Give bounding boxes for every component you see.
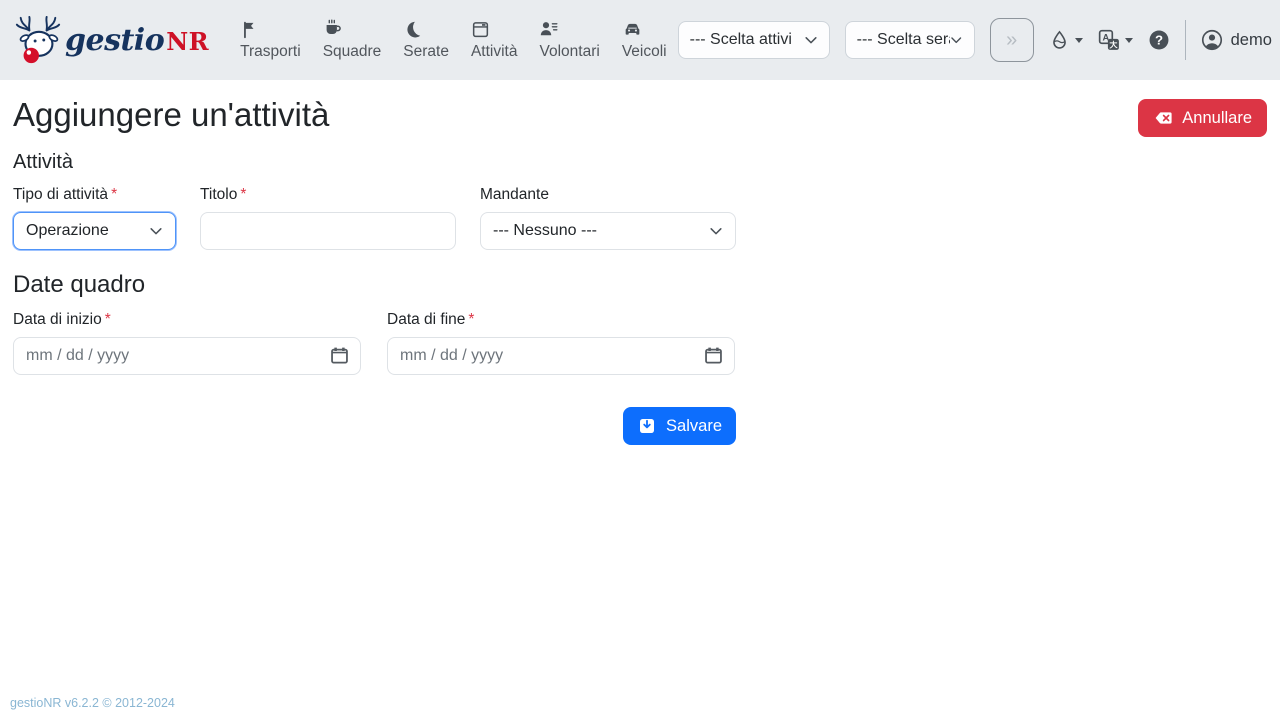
data-inizio-label: Data di inizio * [13,311,111,328]
reindeer-logo-icon [15,15,61,64]
theme-menu-button[interactable] [1049,30,1083,51]
chevron-down-icon [150,228,162,235]
titolo-input[interactable] [200,212,456,250]
translate-icon: A [1098,29,1119,50]
section-heading-date-quadro: Date quadro [13,271,146,298]
go-button[interactable]: » [989,18,1034,62]
footer: gestioNR v6.2.2 © 2012-2024 [10,694,175,712]
calendar-picker-icon[interactable] [703,345,724,366]
person-lines-icon [539,19,559,39]
svg-text:?: ? [1155,33,1163,48]
brand-text-nr: NR [166,26,210,56]
brand-text-gestio: gestio [65,22,165,58]
cancel-button-label: Annullare [1182,108,1252,127]
save-icon [640,419,655,433]
navbar-divider [1184,20,1186,60]
nav-item-attivita[interactable]: Attività [460,19,529,61]
data-fine-label: Data di fine * [387,311,475,328]
save-button[interactable]: Salvare [623,407,736,445]
form-row-dates: Data di inizio* Data di fine* [13,311,1267,375]
evening-filter-value: --- Scelta serat [856,31,951,48]
droplet-half-icon [1052,30,1066,49]
data-inizio-input[interactable] [13,337,361,375]
main-content: Aggiungere un'attività Annullare Attivit… [0,96,1280,445]
tipo-attivita-select[interactable]: Operazione [13,212,176,250]
caret-down-icon [1124,37,1133,43]
cancel-button[interactable]: Annullare [1138,99,1267,137]
nav-label: Volontari [539,43,600,60]
nav-label: Squadre [322,43,382,60]
flag-icon [240,19,259,39]
form-actions: Salvare [13,407,736,445]
navbar: gestio NR Trasporti Squadre Serate Attiv… [0,0,1280,80]
nav-item-trasporti[interactable]: Trasporti [229,19,312,61]
data-fine-input[interactable] [387,337,735,375]
car-icon [622,19,643,39]
page-header: Aggiungere un'attività Annullare [13,96,1267,137]
evening-filter-select[interactable]: --- Scelta serat [844,21,975,59]
mandante-select[interactable]: --- Nessuno --- [480,212,736,250]
user-menu-button[interactable]: demo [1201,29,1280,51]
language-menu-button[interactable]: A [1098,29,1133,51]
person-circle-icon [1201,29,1222,51]
required-marker: * [240,186,247,203]
backspace-icon [1155,112,1172,124]
mug-hot-icon [323,19,343,39]
question-circle-icon: ? [1149,30,1169,50]
navbar-right-cluster: --- Scelta attivi --- Scelta serat » [677,18,1280,62]
footer-version-link[interactable]: gestioNR v6.2.2 © 2012-2024 [10,696,175,710]
nav-item-volontari[interactable]: Volontari [528,19,610,61]
tipo-attivita-value: Operazione [26,222,109,239]
required-marker: * [111,186,118,203]
form-row-activity: Tipo di attività * Operazione Titolo * Man… [13,186,1267,250]
nav-label: Serate [403,43,449,60]
nav-item-squadre[interactable]: Squadre [312,19,393,61]
chevron-down-icon [805,37,817,44]
chevron-down-icon [951,37,962,44]
mandante-label: Mandante [480,186,549,203]
save-button-label: Salvare [666,416,722,435]
tipo-label: Tipo di attività * [13,186,118,203]
nav-label: Attività [470,43,518,60]
calendar-icon [471,19,490,39]
brand-wordmark: gestio NR [65,23,209,58]
chevron-down-icon [710,228,722,235]
nav-label: Trasporti [240,43,301,60]
username-label: demo [1230,30,1272,49]
nav-label: Veicoli [621,43,667,60]
help-button[interactable]: ? [1148,29,1170,51]
titolo-label: Titolo * [200,186,247,203]
brand-logo[interactable]: gestio NR [13,13,209,67]
mandante-value: --- Nessuno --- [493,222,598,239]
calendar-picker-icon[interactable] [329,345,350,366]
activity-filter-select[interactable]: --- Scelta attivi [677,21,830,59]
activity-filter-value: --- Scelta attivi [689,31,792,48]
section-heading-attivita: Attività [13,151,74,173]
main-nav: Trasporti Squadre Serate Attività Volont… [229,19,678,61]
required-marker: * [468,311,475,328]
moon-icon [403,19,422,39]
required-marker: * [104,311,111,328]
page-title: Aggiungere un'attività [13,96,330,133]
caret-down-icon [1074,37,1083,43]
nav-item-veicoli[interactable]: Veicoli [611,19,678,61]
double-chevron-right-icon: » [1006,29,1018,51]
nav-item-serate[interactable]: Serate [392,19,460,61]
